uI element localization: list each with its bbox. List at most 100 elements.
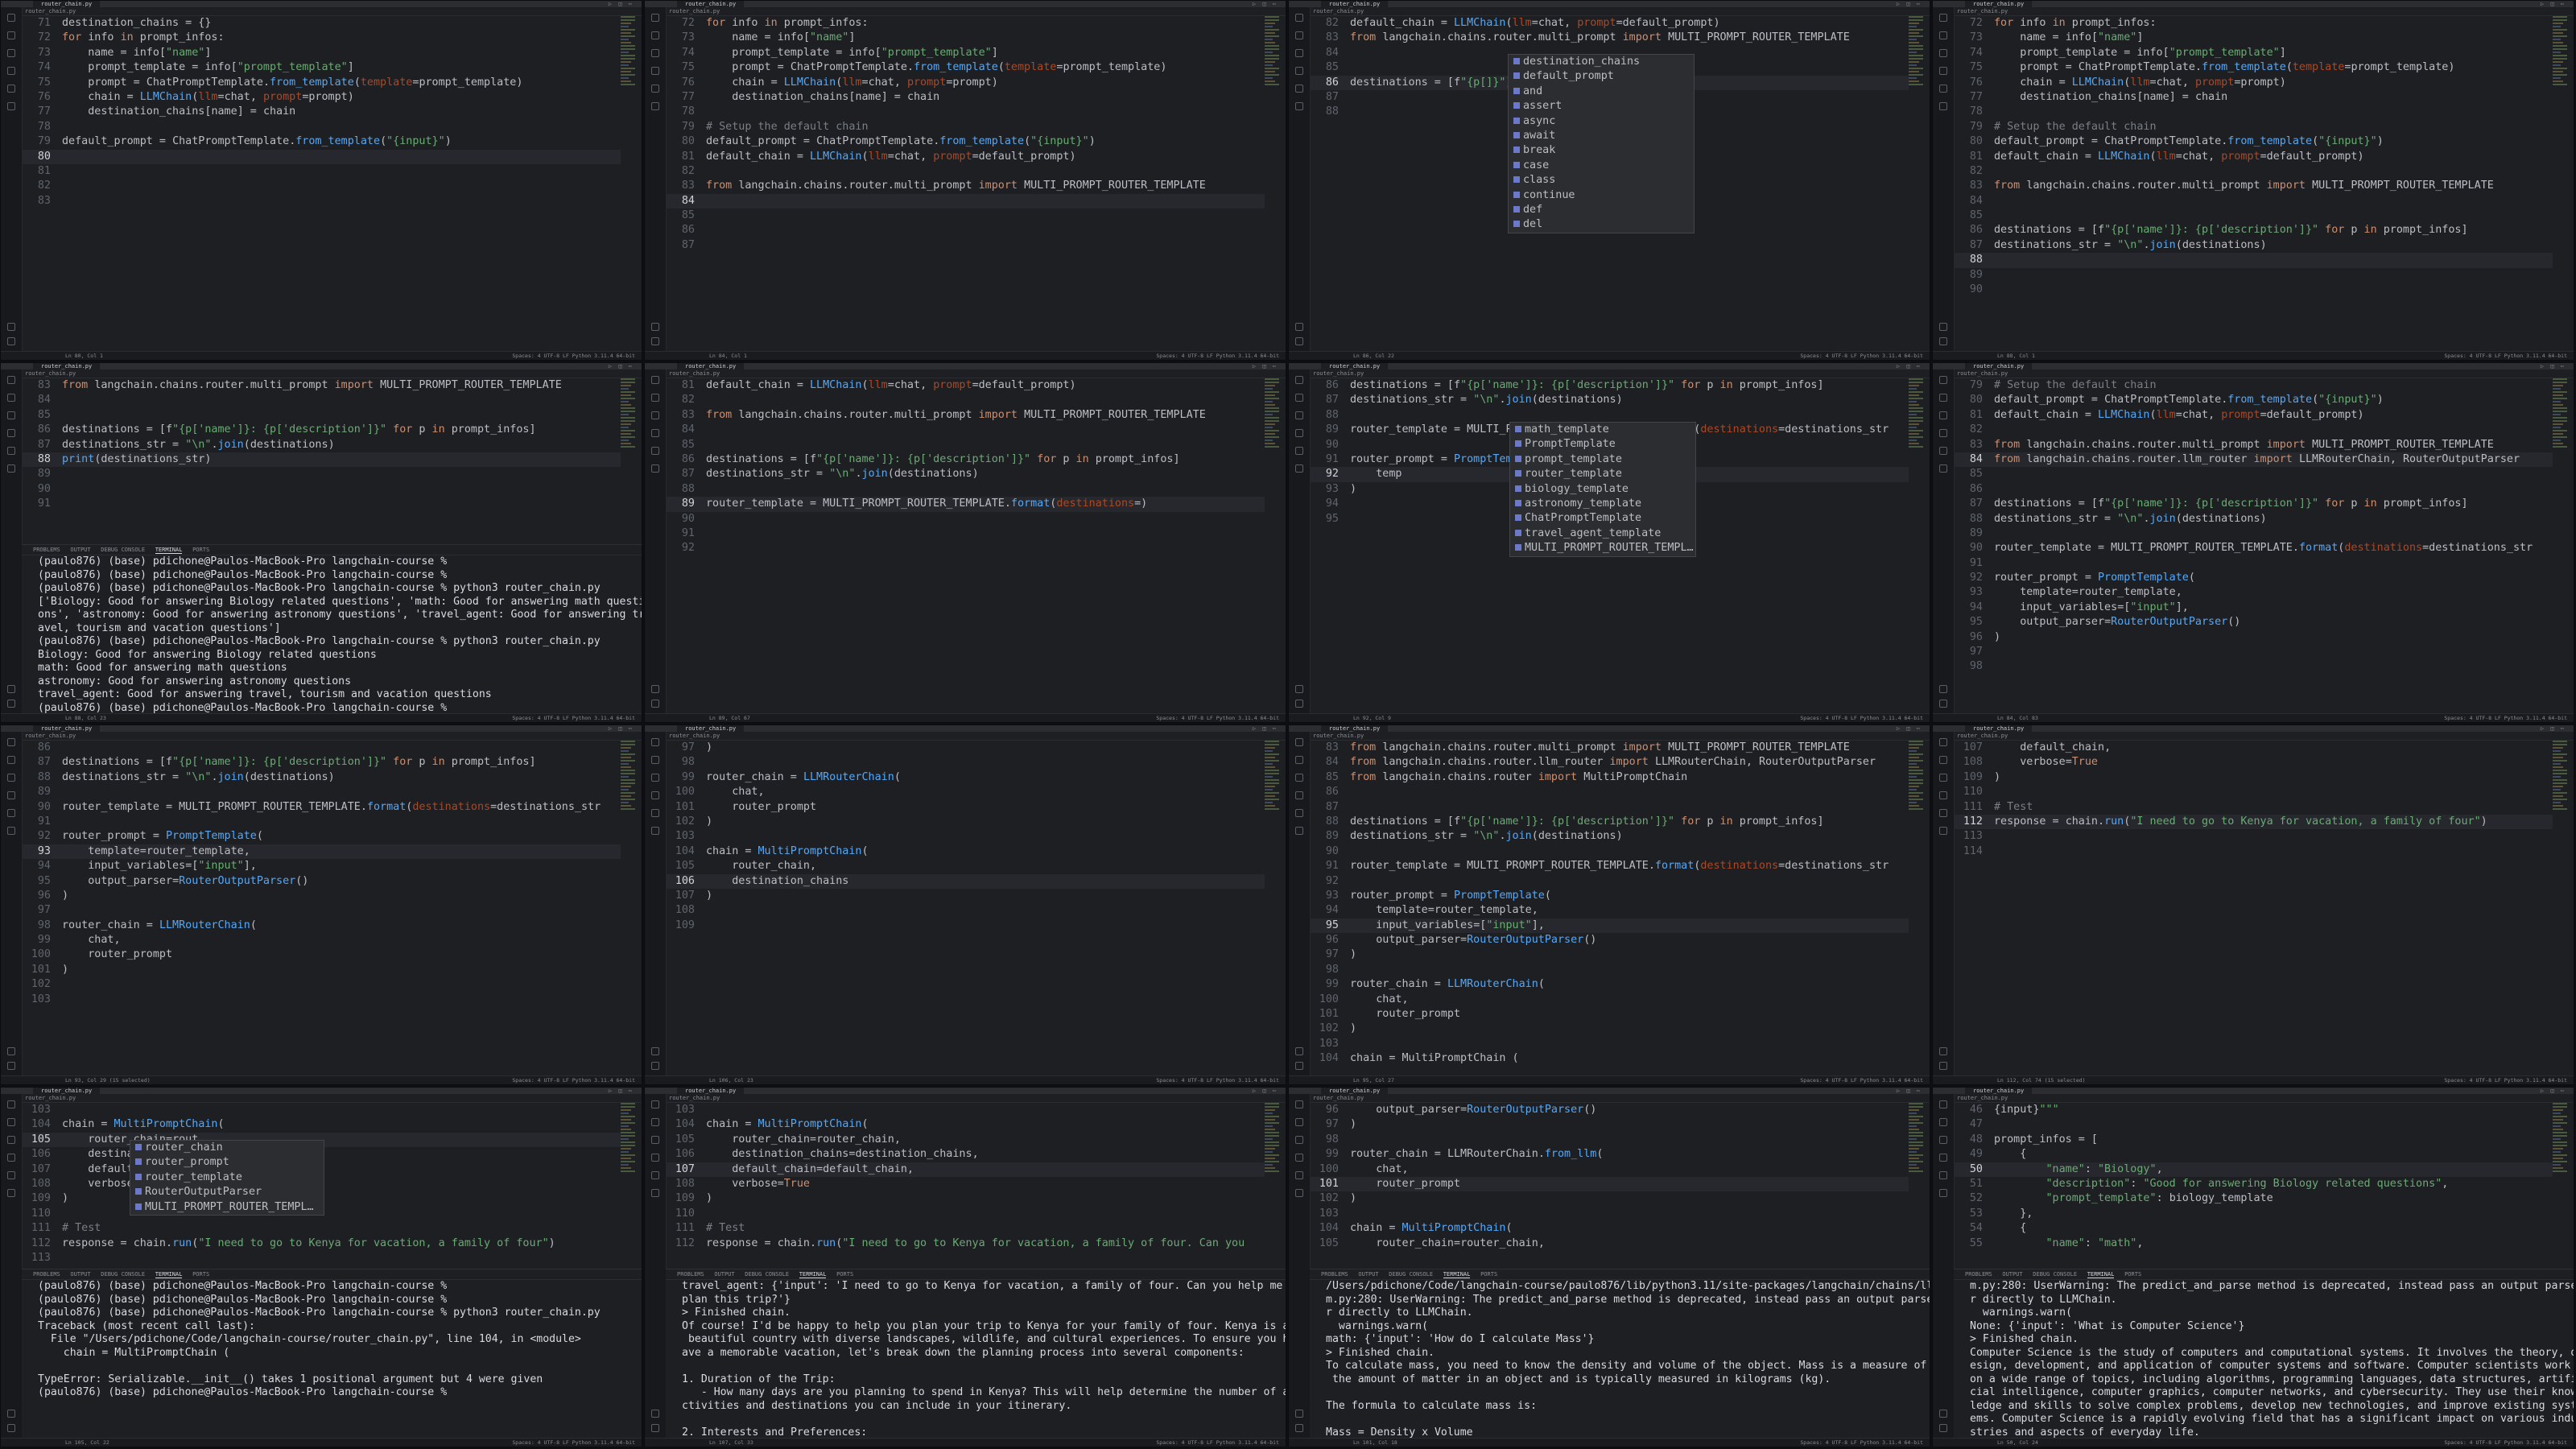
code-line[interactable]: 88 xyxy=(666,482,1265,497)
status-info[interactable]: Spaces: 4 UTF-8 LF Python 3.11.4 64-bit xyxy=(1800,352,1923,360)
source-control-icon[interactable] xyxy=(651,411,659,419)
cursor-position[interactable]: Ln 95, Col 27 xyxy=(1353,1076,1394,1084)
account-icon[interactable] xyxy=(1939,337,1947,345)
code-line[interactable]: 99 router_chain = LLMRouterChain( xyxy=(1310,977,1909,992)
code-line[interactable]: 55 "name": "math", xyxy=(1954,1236,2553,1251)
code-line[interactable]: 73 name = info["name"] xyxy=(666,31,1265,45)
account-icon[interactable] xyxy=(651,700,659,708)
breadcrumb-file[interactable]: router_chain.py xyxy=(1313,7,1364,15)
code-line[interactable]: 84 from langchain.chains.router.llm_route… xyxy=(1310,755,1909,770)
search-icon[interactable] xyxy=(651,31,659,39)
code-line[interactable]: 90 xyxy=(1954,283,2553,297)
search-icon[interactable] xyxy=(1939,31,1947,39)
autocomplete-item[interactable]: break xyxy=(1509,143,1694,158)
autocomplete-item[interactable]: class xyxy=(1509,173,1694,188)
source-control-icon[interactable] xyxy=(1295,1136,1303,1144)
explorer-icon[interactable] xyxy=(1295,738,1303,746)
gear-icon[interactable] xyxy=(651,685,659,693)
code-line[interactable]: 85 xyxy=(1954,208,2553,223)
explorer-icon[interactable] xyxy=(7,376,15,384)
code-line[interactable]: 87 destinations = [f"{p['name']}: {p['des… xyxy=(1954,497,2553,511)
code-line[interactable]: 98 xyxy=(1954,659,2553,674)
extensions-icon[interactable] xyxy=(7,447,15,455)
run-debug-icon[interactable] xyxy=(651,429,659,437)
run-icon[interactable]: ▷ ◫ ⋯ xyxy=(1897,1088,1922,1094)
code-line[interactable]: 102) xyxy=(1310,1022,1909,1036)
run-icon[interactable]: ▷ ◫ ⋯ xyxy=(2541,1088,2566,1094)
breadcrumb-file[interactable]: router_chain.py xyxy=(1957,1094,2008,1102)
autocomplete-item[interactable]: router_chain xyxy=(130,1141,324,1155)
code-line[interactable]: 103 xyxy=(22,1103,621,1117)
code-line[interactable]: 47 xyxy=(1954,1117,2553,1132)
code-line[interactable]: 79 # Setup the default chain xyxy=(1954,378,2553,393)
code-line[interactable]: 90 xyxy=(22,482,621,497)
testing-icon[interactable] xyxy=(1939,1189,1947,1197)
gear-icon[interactable] xyxy=(1939,685,1947,693)
account-icon[interactable] xyxy=(7,337,15,345)
source-control-icon[interactable] xyxy=(7,411,15,419)
code-line[interactable]: 102) xyxy=(1310,1191,1909,1206)
autocomplete-item[interactable]: ChatPromptTemplate xyxy=(1510,511,1695,526)
autocomplete-item[interactable]: MULTI_PROMPT_ROUTER_TEMPL… xyxy=(130,1200,324,1215)
status-info[interactable]: Spaces: 4 UTF-8 LF Python 3.11.4 64-bit xyxy=(1156,714,1279,722)
search-icon[interactable] xyxy=(651,756,659,764)
code-line[interactable]: 103 xyxy=(666,829,1265,844)
explorer-icon[interactable] xyxy=(1939,376,1947,384)
minimap[interactable] xyxy=(1909,741,1923,813)
code-editor[interactable]: 103 104 chain = MultiPromptChain(105 route… xyxy=(666,1103,1265,1269)
code-line[interactable]: 49 { xyxy=(1954,1147,2553,1162)
source-control-icon[interactable] xyxy=(1939,774,1947,782)
code-line[interactable]: 111 # Test xyxy=(666,1221,1265,1236)
run-debug-icon[interactable] xyxy=(1939,1154,1947,1162)
extensions-icon[interactable] xyxy=(651,809,659,817)
breadcrumb-file[interactable]: router_chain.py xyxy=(1313,1094,1364,1102)
code-line[interactable]: 103 xyxy=(22,993,621,1007)
code-line[interactable]: 83 xyxy=(22,194,621,208)
breadcrumb-file[interactable]: router_chain.py xyxy=(1957,7,2008,15)
autocomplete-item[interactable]: astronomy_template xyxy=(1510,497,1695,511)
gear-icon[interactable] xyxy=(1295,323,1303,331)
autocomplete-item[interactable]: PromptTemplate xyxy=(1510,437,1695,452)
cursor-position[interactable]: Ln 84, Col 1 xyxy=(709,352,747,360)
account-icon[interactable] xyxy=(1295,700,1303,708)
code-line[interactable]: 76 chain = LLMChain(llm=chat, prompt=pro… xyxy=(666,76,1265,90)
explorer-icon[interactable] xyxy=(1939,738,1947,746)
breadcrumb-file[interactable]: router_chain.py xyxy=(1313,732,1364,740)
run-debug-icon[interactable] xyxy=(7,791,15,799)
code-line[interactable]: 91 xyxy=(22,497,621,511)
run-debug-icon[interactable] xyxy=(1939,791,1947,799)
code-line[interactable]: 106 destination_chains=destination_chain… xyxy=(666,1147,1265,1162)
code-line[interactable]: 92 xyxy=(1310,874,1909,889)
file-tab[interactable]: router_chain.py xyxy=(677,1,745,7)
explorer-icon[interactable] xyxy=(1295,1100,1303,1108)
code-line[interactable]: 100 chat, xyxy=(1310,993,1909,1007)
code-line[interactable]: 112 response = chain.run("I need to go to… xyxy=(1954,814,2553,830)
run-icon[interactable]: ▷ ◫ ⋯ xyxy=(1253,725,1278,732)
code-line[interactable]: 98 xyxy=(1310,1133,1909,1147)
autocomplete-popup[interactable]: router_chain router_prompt router_template… xyxy=(130,1140,324,1216)
file-tab[interactable]: router_chain.py xyxy=(1321,363,1389,369)
code-line[interactable]: 110 xyxy=(1954,785,2553,799)
breadcrumb-file[interactable]: router_chain.py xyxy=(25,7,76,15)
file-tab[interactable]: router_chain.py xyxy=(677,363,745,369)
autocomplete-item[interactable]: MULTI_PROMPT_ROUTER_TEMPL… xyxy=(1510,541,1695,555)
code-line[interactable]: 98 xyxy=(666,755,1265,770)
extensions-icon[interactable] xyxy=(1939,447,1947,455)
code-editor[interactable]: 96 output_parser=RouterOutputParser() 97)… xyxy=(1310,1103,1909,1269)
file-tab[interactable]: router_chain.py xyxy=(33,725,101,732)
code-line[interactable]: 88 print(destinations_str) xyxy=(22,452,621,468)
gear-icon[interactable] xyxy=(651,1410,659,1418)
code-line[interactable]: 86 xyxy=(1310,785,1909,799)
account-icon[interactable] xyxy=(1939,1424,1947,1432)
testing-icon[interactable] xyxy=(651,827,659,835)
gear-icon[interactable] xyxy=(651,323,659,331)
run-debug-icon[interactable] xyxy=(1939,429,1947,437)
code-line[interactable]: 82 xyxy=(666,164,1265,179)
status-info[interactable]: Spaces: 4 UTF-8 LF Python 3.11.4 64-bit xyxy=(1156,1076,1279,1084)
minimap[interactable] xyxy=(1909,16,1923,89)
gear-icon[interactable] xyxy=(1295,1410,1303,1418)
code-line[interactable]: 104 chain = MultiPromptChain( xyxy=(666,844,1265,859)
minimap[interactable] xyxy=(621,1103,635,1175)
code-line[interactable]: 83 from langchain.chains.router.multi_pro… xyxy=(666,179,1265,193)
code-line[interactable]: 76 chain = LLMChain(llm=chat, prompt=pro… xyxy=(1954,76,2553,90)
